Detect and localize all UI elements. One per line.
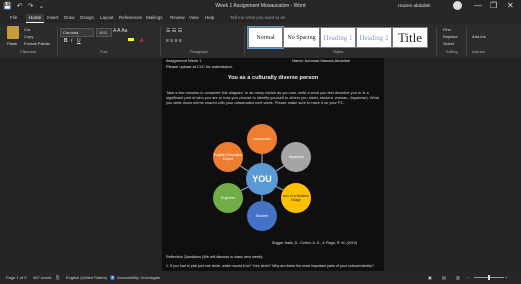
citation[interactable]: Sugger Halls, D., Cohen, A. E., & Piogo,… (272, 241, 357, 245)
diagram-center-you[interactable]: YOU (246, 163, 278, 195)
reflection-question-1[interactable]: 1. If you had to pick just one circle, w… (166, 264, 380, 268)
proofing-icon[interactable]: ⎘ (56, 275, 59, 280)
diagram-node-6[interactable]: English Education Expert (213, 142, 243, 172)
diagram-node-1[interactable]: Indonesian (247, 124, 277, 154)
status-bar: Page 1 of 2 467 words ⎘ English (United … (0, 271, 521, 284)
diagram-node-5[interactable]: Engineer (213, 183, 243, 213)
accessibility-icon: ♿ (110, 275, 115, 280)
zoom-slider-thumb[interactable] (488, 275, 490, 280)
word-count[interactable]: 467 words (33, 275, 51, 280)
accessibility-status[interactable]: Accessibility: Investigate (117, 275, 160, 280)
zoom-out-icon[interactable]: − (467, 275, 469, 280)
diagram-node-3[interactable]: son of a Moslem Vilage (281, 183, 311, 213)
reflection-heading[interactable]: Reflection Questions (We will discuss in… (166, 255, 263, 259)
diagram-node-4[interactable]: Student (247, 201, 277, 231)
read-mode-icon[interactable]: ▣ (428, 275, 432, 280)
web-layout-icon[interactable]: ▥ (456, 275, 460, 280)
diagram-node-2[interactable]: Japanese (281, 142, 311, 172)
zoom-in-icon[interactable]: + (505, 275, 507, 280)
language-indicator[interactable]: English (United States) (66, 275, 107, 280)
print-layout-icon[interactable]: ▤ (442, 275, 446, 280)
page-count[interactable]: Page 1 of 2 (6, 275, 26, 280)
